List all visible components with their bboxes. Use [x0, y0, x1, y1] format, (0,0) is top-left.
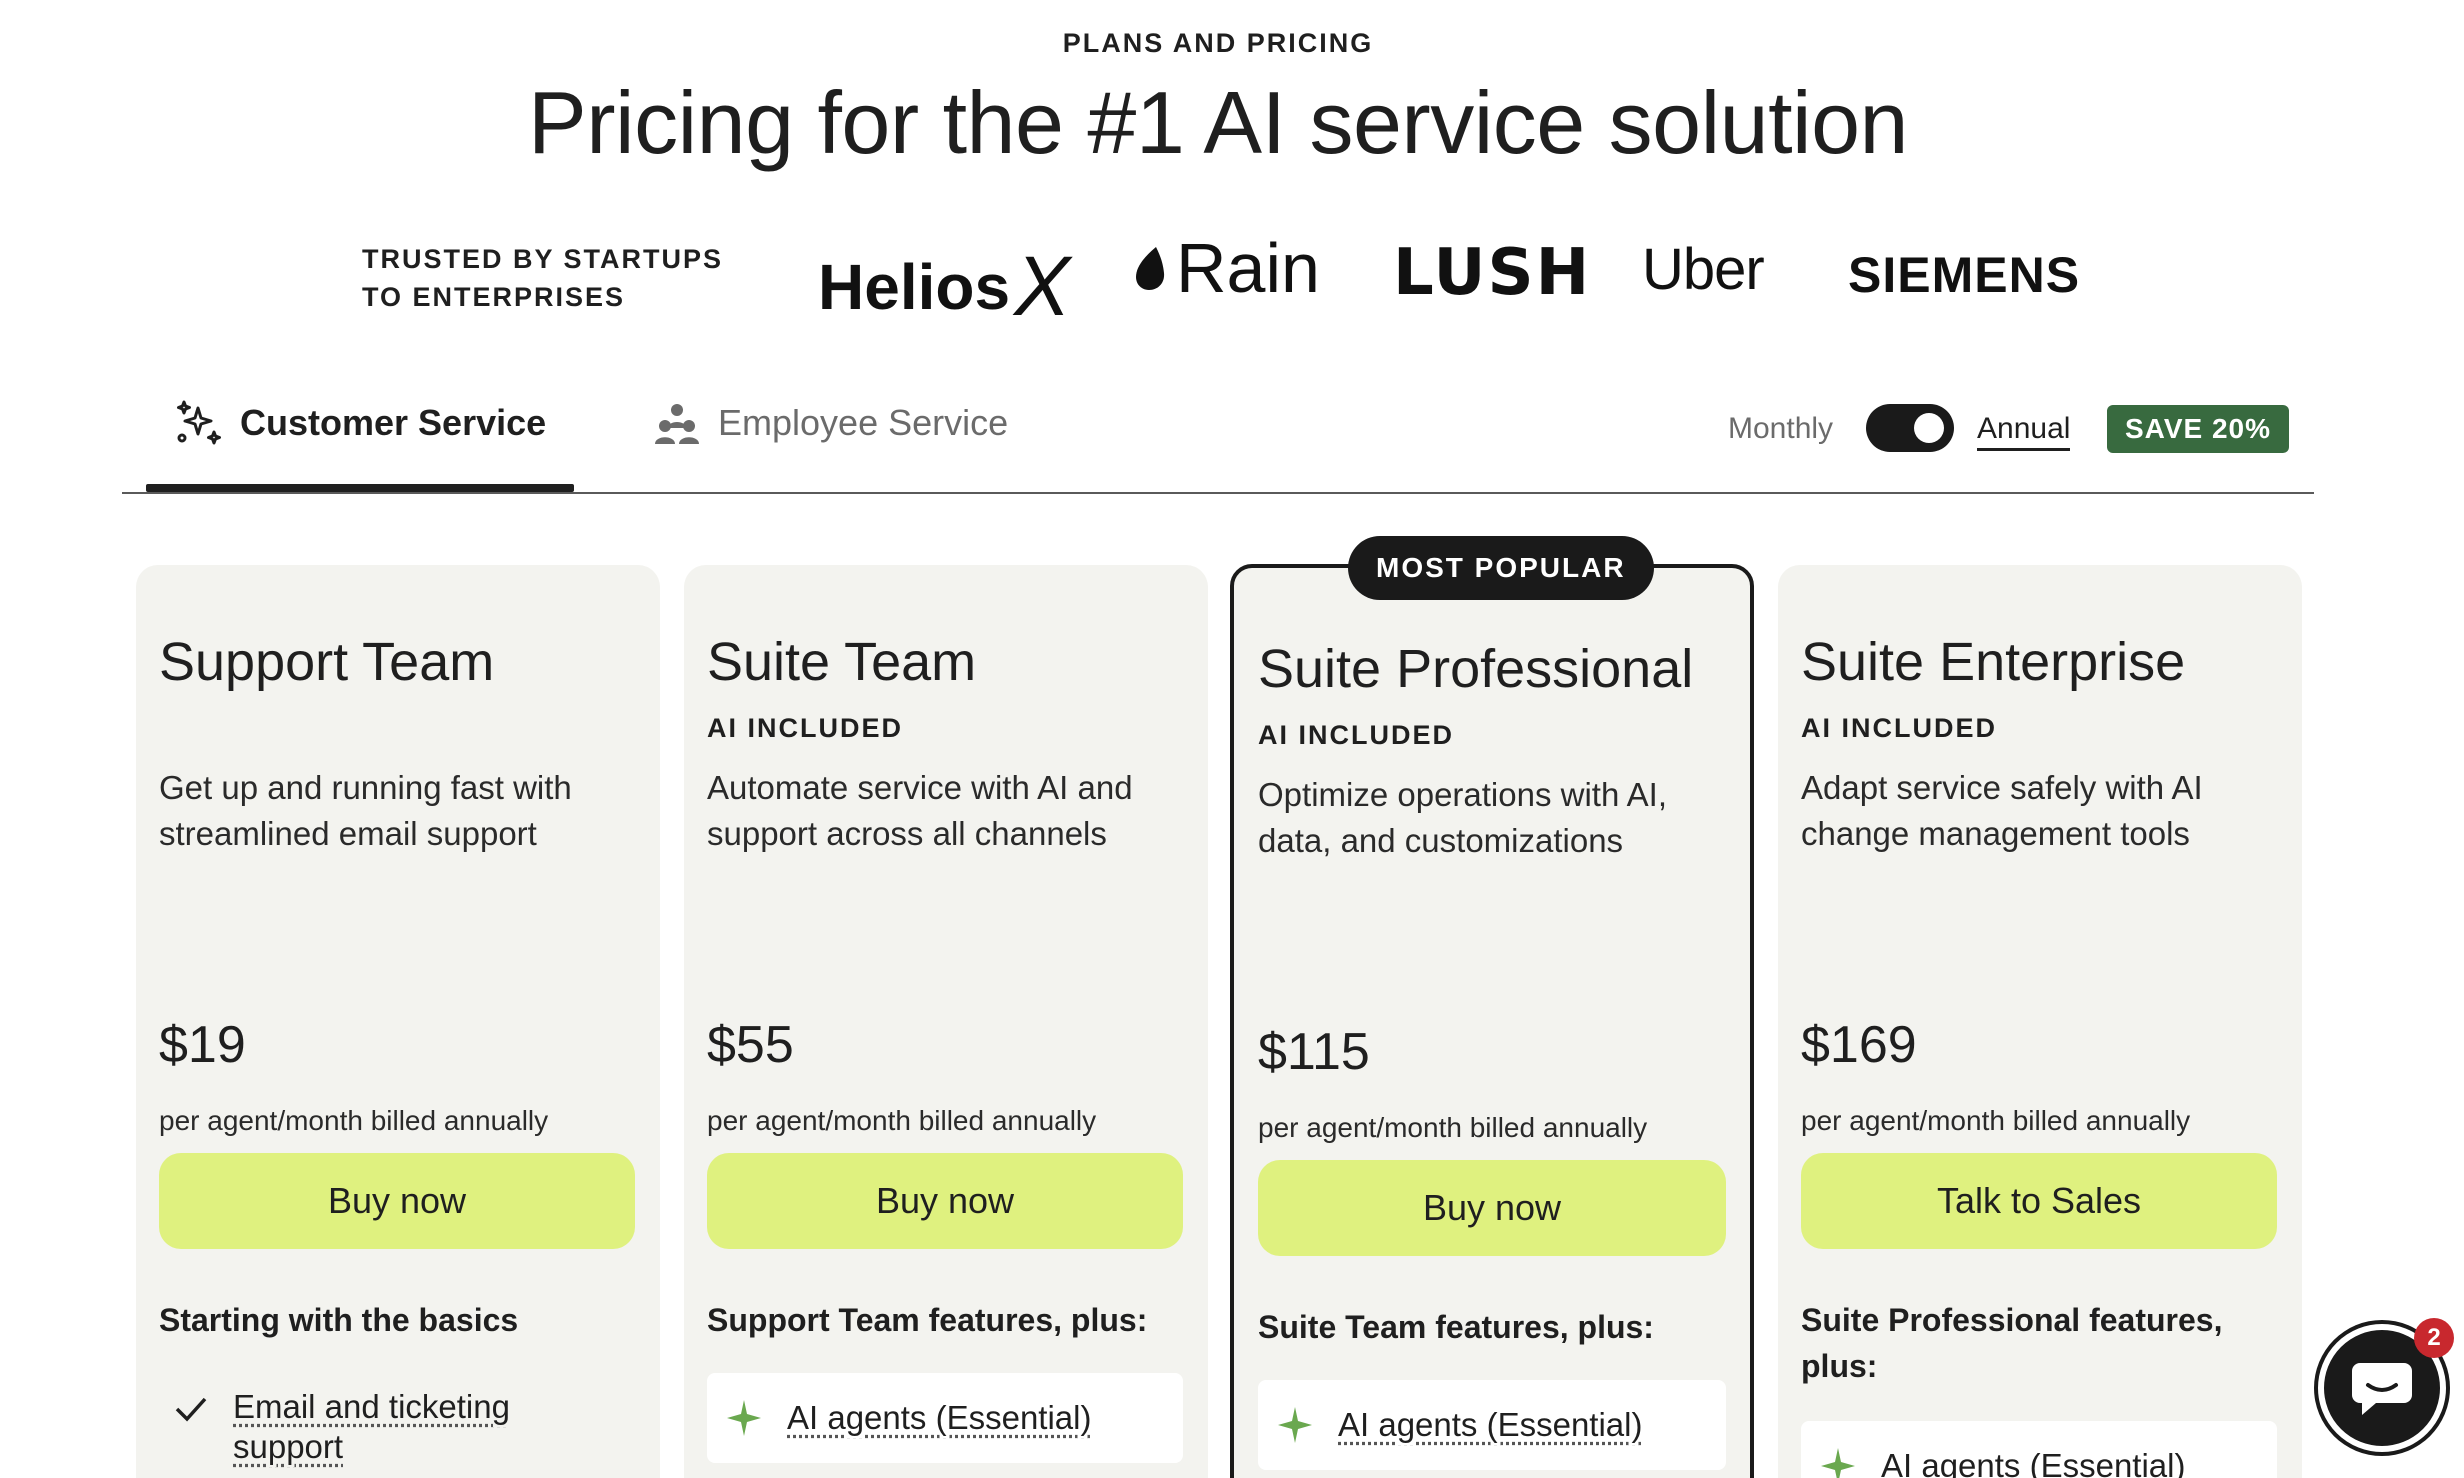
- ai-included-label: AI INCLUDED: [707, 713, 903, 744]
- uber-logo: Uber: [1642, 236, 1764, 303]
- tabs-divider: [122, 492, 2314, 494]
- sparkle-cluster-icon: [174, 398, 224, 448]
- trusted-by-label: TRUSTED BY STARTUPS TO ENTERPRISES: [362, 240, 762, 316]
- chat-bubble-icon: [2350, 1359, 2414, 1417]
- sparkle-icon: [723, 1397, 765, 1439]
- plan-card-support-team: Support Team Get up and running fast wit…: [136, 565, 660, 1478]
- features-heading: Suite Professional features, plus:: [1801, 1297, 2277, 1389]
- plan-billing-note: per agent/month billed annually: [159, 1105, 548, 1137]
- feature-item[interactable]: AI agents (Essential): [1258, 1380, 1726, 1470]
- ai-included-label: AI INCLUDED: [1801, 713, 1997, 744]
- page-title: Pricing for the #1 AI service solution: [0, 72, 2436, 174]
- feature-label: AI agents (Essential): [1338, 1406, 1642, 1444]
- helios-x-logo: HeliosX: [818, 232, 1070, 329]
- helios-logo-text: Helios: [818, 251, 1010, 323]
- tab-employee-service[interactable]: Employee Service: [652, 398, 1008, 448]
- save-badge: SAVE 20%: [2107, 405, 2289, 453]
- lush-logo: LUSH: [1393, 236, 1591, 310]
- plan-name: Suite Team: [707, 631, 976, 693]
- siemens-logo: SIEMENS: [1848, 246, 2080, 304]
- checkmark-icon: [171, 1389, 211, 1429]
- plan-name: Suite Professional: [1258, 638, 1693, 700]
- plan-description: Get up and running fast with streamlined…: [159, 765, 619, 857]
- plan-description: Adapt service safely with AI change mana…: [1801, 765, 2261, 857]
- plan-card-suite-professional: Suite Professional AI INCLUDED Optimize …: [1230, 564, 1754, 1478]
- feature-item[interactable]: AI agents (Essential): [1801, 1421, 2277, 1478]
- plan-name: Support Team: [159, 631, 494, 693]
- plan-price: $19: [159, 1015, 246, 1075]
- rain-logo-text: Rain: [1176, 228, 1320, 308]
- feature-item[interactable]: Email and ticketing support: [159, 1387, 553, 1467]
- features-heading: Support Team features, plus:: [707, 1297, 1183, 1343]
- most-popular-badge: MOST POPULAR: [1348, 536, 1654, 600]
- ai-included-label: AI INCLUDED: [1258, 720, 1454, 751]
- plan-billing-note: per agent/month billed annually: [707, 1105, 1096, 1137]
- feature-label: Email and ticketing support: [233, 1387, 553, 1467]
- plan-card-suite-enterprise: Suite Enterprise AI INCLUDED Adapt servi…: [1778, 565, 2302, 1478]
- talk-to-sales-button[interactable]: Talk to Sales: [1801, 1153, 2277, 1249]
- tab-label: Customer Service: [240, 402, 546, 444]
- feature-label: AI agents (Essential): [1881, 1447, 2185, 1478]
- feature-label: AI agents (Essential): [787, 1399, 1091, 1437]
- chat-unread-badge: 2: [2414, 1318, 2454, 1358]
- buy-now-button[interactable]: Buy now: [707, 1153, 1183, 1249]
- features-heading: Starting with the basics: [159, 1297, 635, 1343]
- plan-price: $169: [1801, 1015, 1917, 1075]
- section-eyebrow: PLANS AND PRICING: [0, 28, 2436, 59]
- helios-logo-x: X: [1014, 239, 1070, 333]
- plan-name: Suite Enterprise: [1801, 631, 2185, 693]
- plan-billing-note: per agent/month billed annually: [1801, 1105, 2190, 1137]
- tab-customer-service[interactable]: Customer Service: [174, 398, 546, 448]
- plan-card-suite-team: Suite Team AI INCLUDED Automate service …: [684, 565, 1208, 1478]
- rain-logo: Rain: [1134, 228, 1320, 308]
- feature-item[interactable]: AI agents (Essential): [707, 1373, 1183, 1463]
- billing-annual-label[interactable]: Annual: [1977, 412, 2070, 451]
- billing-monthly-label[interactable]: Monthly: [1728, 412, 1833, 446]
- buy-now-button[interactable]: Buy now: [159, 1153, 635, 1249]
- billing-period-toggle[interactable]: [1866, 404, 1954, 452]
- active-tab-indicator: [146, 484, 574, 492]
- toggle-knob: [1914, 413, 1944, 443]
- sparkle-icon: [1817, 1445, 1859, 1478]
- plan-billing-note: per agent/month billed annually: [1258, 1112, 1647, 1144]
- plan-price: $115: [1258, 1022, 1370, 1082]
- raindrop-icon: [1134, 245, 1168, 291]
- plan-description: Automate service with AI and support acr…: [707, 765, 1167, 857]
- tab-label: Employee Service: [718, 402, 1008, 444]
- buy-now-button[interactable]: Buy now: [1258, 1160, 1726, 1256]
- plan-description: Optimize operations with AI, data, and c…: [1258, 772, 1718, 864]
- features-heading: Suite Team features, plus:: [1258, 1304, 1734, 1350]
- plan-price: $55: [707, 1015, 794, 1075]
- people-group-icon: [652, 398, 702, 448]
- sparkle-icon: [1274, 1404, 1316, 1446]
